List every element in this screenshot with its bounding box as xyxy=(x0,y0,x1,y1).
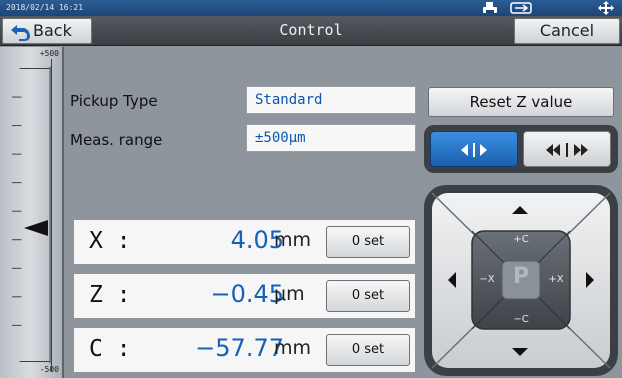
z-unit: μm xyxy=(274,283,305,305)
c-value: −57.77 xyxy=(195,334,284,362)
z-axis-label: Z : xyxy=(89,282,131,308)
gauge-pointer-icon xyxy=(24,220,48,236)
x-unit: mm xyxy=(274,229,312,251)
p-center-button[interactable]: P xyxy=(502,264,540,289)
c-unit: mm xyxy=(274,337,312,359)
minus-x-button[interactable]: −X xyxy=(474,274,500,285)
x-axis-label: X : xyxy=(89,228,131,254)
fine-step-icon xyxy=(461,143,487,157)
left-arrow-icon xyxy=(448,272,456,288)
status-clock: 2018/02/14 16:21 xyxy=(6,3,84,12)
z-position-gauge: +500 -500 xyxy=(0,47,64,378)
gauge-max-label: +500 xyxy=(39,49,59,58)
plus-x-button[interactable]: +X xyxy=(543,274,569,285)
minus-c-button[interactable]: −C xyxy=(506,314,536,325)
down-arrow-icon xyxy=(512,348,528,356)
status-bar: 2018/02/14 16:21 xyxy=(0,0,622,16)
pickup-type-label: Pickup Type xyxy=(70,92,158,110)
back-arrow-icon xyxy=(11,25,30,41)
c-axis-label: C : xyxy=(89,336,131,362)
control-screen: 2018/02/14 16:21 Back Control Cancel +50… xyxy=(0,0,622,378)
right-button[interactable] xyxy=(574,250,606,310)
coarse-step-button[interactable] xyxy=(523,131,611,167)
x-zero-set-button[interactable]: 0 set xyxy=(326,226,410,258)
right-arrow-icon xyxy=(586,272,594,288)
fine-step-button[interactable] xyxy=(430,131,518,167)
printer-icon xyxy=(482,1,498,15)
move-arrows-icon xyxy=(598,1,614,15)
down-button[interactable] xyxy=(490,336,550,368)
step-mode-toggle xyxy=(424,125,618,173)
z-measurement-row: Z : −0.45 μm 0 set xyxy=(73,273,416,319)
cancel-button[interactable]: Cancel xyxy=(514,18,620,44)
back-button-label: Back xyxy=(33,21,72,40)
gauge-scale xyxy=(12,59,52,371)
up-arrow-icon xyxy=(512,206,528,214)
gauge-min-label: -500 xyxy=(39,365,59,374)
usb-icon xyxy=(510,1,532,15)
meas-range-field[interactable]: ±500μm xyxy=(246,124,416,152)
c-measurement-row: C : −57.77 mm 0 set xyxy=(73,327,416,373)
x-measurement-row: X : 4.05 mm 0 set xyxy=(73,219,416,265)
meas-range-label: Meas. range xyxy=(70,131,163,149)
plus-c-button[interactable]: +C xyxy=(506,234,536,245)
coarse-step-icon xyxy=(546,143,588,157)
reset-z-button[interactable]: Reset Z value xyxy=(428,87,614,117)
nav-bar: Back Control Cancel xyxy=(0,16,622,46)
page-title: Control xyxy=(279,21,343,39)
up-button[interactable] xyxy=(490,196,550,228)
z-zero-set-button[interactable]: 0 set xyxy=(326,280,410,312)
pickup-type-field[interactable]: Standard xyxy=(246,86,416,114)
c-zero-set-button[interactable]: 0 set xyxy=(326,334,410,366)
left-button[interactable] xyxy=(436,250,468,310)
z-value: −0.45 xyxy=(210,280,284,308)
back-button[interactable]: Back xyxy=(2,18,92,44)
